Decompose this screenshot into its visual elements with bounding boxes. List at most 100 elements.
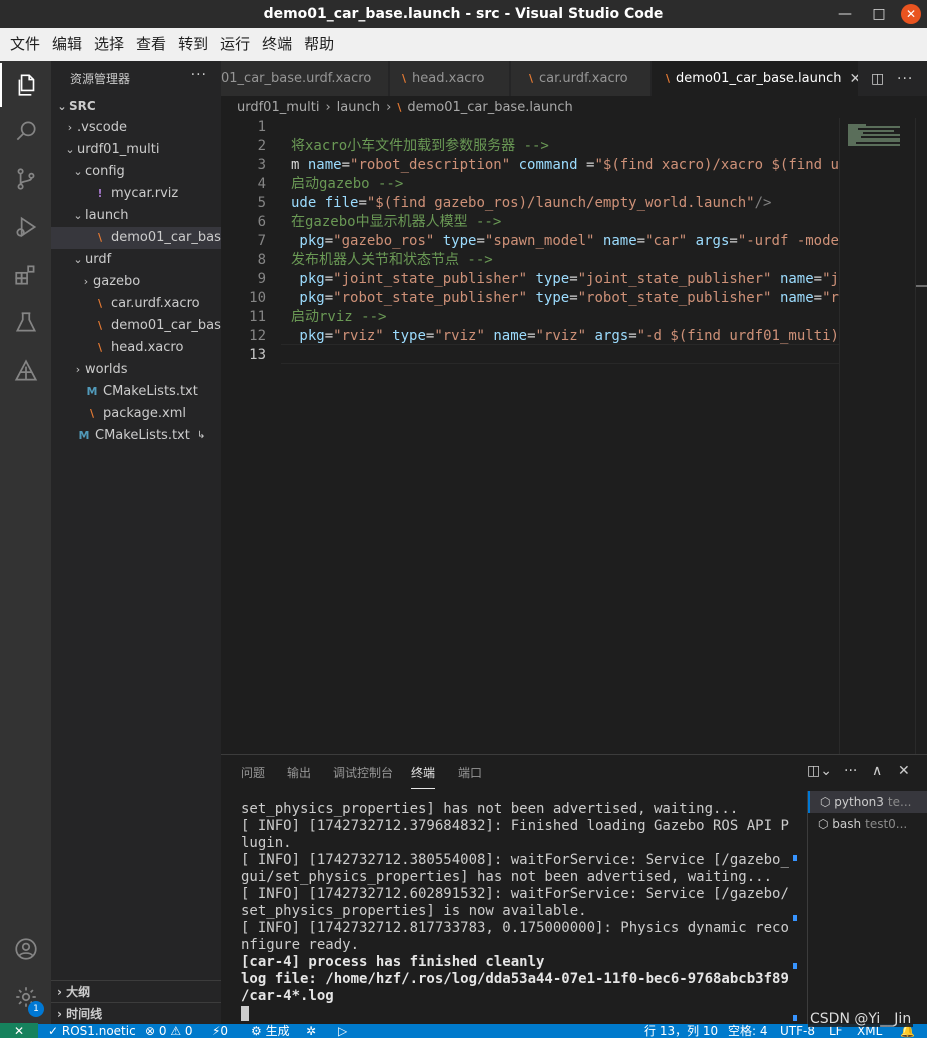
maximize-button[interactable]: □ [866,0,892,28]
code-token: 启动rviz --> [291,309,387,325]
tree-item[interactable]: ! mycar.rviz [51,183,221,205]
tree-item[interactable]: M CMakeLists.txt ↳ [51,425,221,447]
code-token: "r [822,290,839,306]
tree-item[interactable]: \ car.urdf.xacro [51,293,221,315]
panel-tab-output[interactable]: 输出 [287,755,311,791]
minimap[interactable] [839,118,915,754]
code-line: 在gazebo中显示机器人模型 --> [291,213,839,232]
chevron-right-icon: › [83,275,89,288]
tab-label: demo01_car_base.launch [676,71,842,86]
ros-icon[interactable] [0,349,51,393]
panel-more-icon[interactable]: ··· [844,763,857,779]
menu-run[interactable]: 运行 [214,28,256,61]
panel-tab-terminal[interactable]: 终端 [411,757,436,789]
tab-car-urdf-xacro[interactable]: \ car.urdf.xacro [511,61,651,96]
run-icon[interactable]: ▷ [338,1023,347,1038]
minimize-button[interactable]: — [832,0,858,28]
testing-icon[interactable] [0,301,51,345]
run-debug-icon[interactable] [0,205,51,249]
maximize-panel-icon[interactable]: ∧ [872,763,882,779]
tree-item[interactable]: › worlds [51,359,221,381]
code-editor[interactable]: 1 2 3 4 5 6 7 8 9 10 11 12 13 将xacro小车文件加载到参数服务器 -->… [221,118,927,754]
ports-status[interactable]: ⚡0 [212,1023,228,1038]
menu-edit[interactable]: 编辑 [46,28,88,61]
tree-item[interactable]: \ demo01_car_bas... [51,315,221,337]
tree-item[interactable]: › .vscode [51,117,221,139]
tree-item[interactable]: ⌄ config [51,161,221,183]
tree-root-src[interactable]: ⌄ SRC [51,95,221,117]
menu-selection[interactable]: 选择 [88,28,130,61]
code-token: name [779,290,814,306]
terminal-item-bash[interactable]: ⬡ bash test0... [808,813,927,835]
terminal-item-python3[interactable]: ⬡ python3 te... [808,791,927,813]
line-number: 5 [257,195,266,211]
terminal-output[interactable]: set_physics_properties] has not been adv… [241,801,795,1022]
split-editor-icon[interactable]: ◫ [871,61,884,96]
close-window-button[interactable]: ✕ [898,0,924,28]
indentation[interactable]: 空格: 4 [728,1023,768,1038]
editor-more-icon[interactable]: ··· [897,61,913,96]
terminal-line: gui/set_physics_properties] has not been… [241,869,773,885]
close-tab-icon[interactable]: ✕ [849,71,858,87]
terminal-line: [ INFO] [1742732712.817733783, 0.1750000… [241,920,789,936]
menu-file[interactable]: 文件 [4,28,46,61]
code-token: 将xacro小车文件加载到参数服务器 --> [291,138,549,154]
menu-go[interactable]: 转到 [172,28,214,61]
rss-file-icon: \ [666,72,671,85]
scrollbar-marker [916,285,927,287]
tree-item[interactable]: \ head.xacro [51,337,221,359]
extensions-icon[interactable] [0,253,51,297]
breadcrumb-item[interactable]: demo01_car_base.launch [407,100,572,115]
debug-icon[interactable]: ✲ [306,1023,316,1038]
tree-item[interactable]: \ package.xml [51,403,221,425]
terminal-line: [ INFO] [1742732712.379684832]: Finished… [241,818,789,834]
tree-item-label: launch [85,208,129,223]
breadcrumb-item[interactable]: launch [337,100,380,115]
tab-car-base-urdf-xacro[interactable]: 01_car_base.urdf.xacro [221,61,389,96]
terminal-name: python3 [834,795,884,809]
ros-status[interactable]: ✓ ROS1.noetic [48,1023,136,1038]
account-icon[interactable] [0,927,51,971]
explorer-more-icon[interactable]: ··· [191,67,207,83]
tree-item[interactable]: \ demo01_car_bas... [51,227,221,249]
menu-view[interactable]: 查看 [130,28,172,61]
cursor-position[interactable]: 行 13，列 10 [644,1023,718,1038]
timeline-section[interactable]: › 时间线 [51,1002,221,1024]
tree-item[interactable]: ⌄ launch [51,205,221,227]
menu-help[interactable]: 帮助 [298,28,340,61]
terminal-name: bash [832,817,862,831]
line-number: 12 [249,328,266,344]
search-icon[interactable] [0,109,51,153]
settings-gear-icon[interactable]: 1 [0,975,51,1019]
terminal-icon: ⬡ [820,795,835,809]
build-status[interactable]: ⚙ 生成 [251,1023,290,1038]
panel-tab-ports[interactable]: 端口 [458,755,482,791]
tab-demo01-car-base-launch[interactable]: \ demo01_car_base.launch ✕ [652,61,859,96]
tree-item-label: demo01_car_bas... [111,230,221,245]
tree-item[interactable]: ⌄ urdf [51,249,221,271]
files-icon[interactable] [0,63,51,107]
editor-scrollbar[interactable] [915,118,927,754]
problems-status[interactable]: ⊗ 0 ⚠ 0 [145,1023,193,1038]
terminal-line: lugin. [241,835,292,851]
panel-tab-problems[interactable]: 问题 [241,755,265,791]
tree-item[interactable]: ⌄ urdf01_multi [51,139,221,161]
code-line: pkg="joint_state_publisher" type="joint_… [291,270,839,289]
tree-item[interactable]: › gazebo [51,271,221,293]
remote-indicator[interactable]: ✕ [0,1023,38,1038]
terminal-layout-icon[interactable]: ◫⌄ [807,763,832,779]
window-title: demo01_car_base.launch - src - Visual St… [263,6,664,22]
close-panel-icon[interactable]: ✕ [898,763,910,779]
tab-head-xacro[interactable]: \ head.xacro [390,61,510,96]
code-token: = [636,233,646,249]
settings-badge: 1 [28,1001,44,1017]
breadcrumb-item[interactable]: urdf01_multi [237,100,319,115]
tree-item[interactable]: M CMakeLists.txt [51,381,221,403]
outline-section[interactable]: › 大纲 [51,980,221,1002]
menu-terminal[interactable]: 终端 [256,28,298,61]
terminal-sub: te... [887,795,912,809]
source-control-icon[interactable] [0,157,51,201]
panel-tab-debug-console[interactable]: 调试控制台 [333,755,393,791]
cmake-file-icon: M [78,429,90,442]
